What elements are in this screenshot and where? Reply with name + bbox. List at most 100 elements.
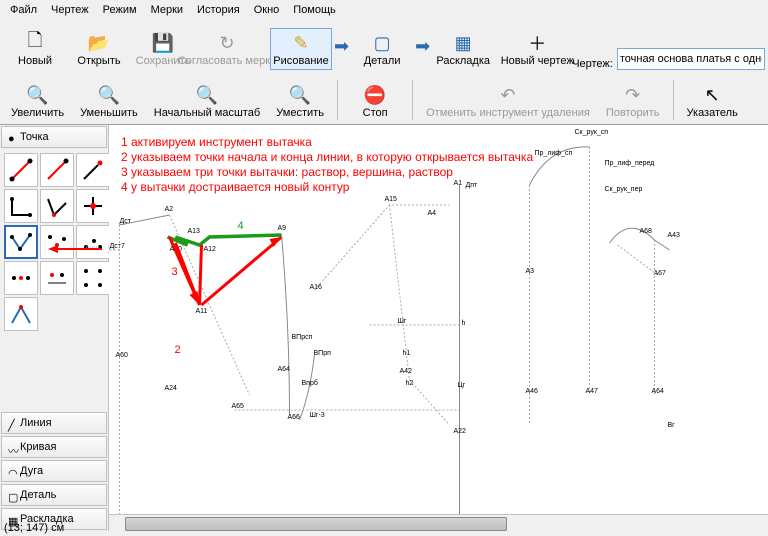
stop-icon: ⛔: [363, 83, 387, 107]
new-drawing-button[interactable]: ＋Новый чертеж: [506, 28, 568, 70]
zoom-in-button[interactable]: 🔍Увеличить: [4, 80, 71, 122]
redo-button[interactable]: ↷Повторить: [599, 80, 667, 122]
svg-text:А24: А24: [165, 385, 178, 392]
pointer-button[interactable]: ↖Указатель: [680, 80, 745, 122]
svg-text:4: 4: [238, 220, 244, 232]
menu-window[interactable]: Окно: [248, 2, 286, 18]
tool-point-8[interactable]: [40, 225, 74, 259]
svg-text:А60: А60: [116, 352, 129, 359]
svg-text:А9: А9: [278, 225, 287, 232]
category-detail[interactable]: ▢Деталь: [1, 484, 107, 506]
svg-text:Шг-3: Шг-3: [310, 412, 325, 419]
zoom-reset-icon: 🔍: [195, 83, 219, 107]
tool-point-10[interactable]: [4, 261, 38, 295]
svg-text:Дст: Дст: [120, 218, 132, 225]
pointer-icon: ↖: [700, 83, 724, 107]
drawing-canvas[interactable]: 1 активируем инструмент вытачка 2 указыв…: [109, 125, 768, 531]
redo-icon: ↷: [621, 83, 645, 107]
layout-icon: ▦: [451, 31, 475, 55]
menu-history[interactable]: История: [191, 2, 246, 18]
svg-text:h: h: [462, 320, 466, 327]
svg-text:А42: А42: [400, 368, 413, 375]
plus-icon: ＋: [525, 31, 549, 55]
line-icon: ╱: [8, 419, 16, 427]
svg-text:Пр_лиф_перед: Пр_лиф_перед: [605, 160, 655, 167]
svg-text:А66: А66: [288, 414, 301, 421]
category-line[interactable]: ╱Линия: [1, 412, 107, 434]
zoom-fit-icon: 🔍: [288, 83, 312, 107]
tool-point-12[interactable]: [76, 261, 110, 295]
tool-point-5[interactable]: [40, 189, 74, 223]
tool-point-9[interactable]: [76, 225, 110, 259]
detail-icon: ▢: [370, 31, 394, 55]
category-curve[interactable]: 〰Кривая: [1, 436, 107, 458]
svg-text:А12: А12: [204, 246, 217, 253]
stop-button[interactable]: ⛔Стоп: [344, 80, 406, 122]
zoom-fit-button[interactable]: 🔍Уместить: [269, 80, 331, 122]
menu-file[interactable]: Файл: [4, 2, 43, 18]
svg-text:А4: А4: [428, 210, 437, 217]
horizontal-scrollbar[interactable]: [109, 514, 768, 531]
tool-point-1[interactable]: [4, 153, 38, 187]
status-bar: (13; 147) см: [0, 520, 68, 536]
detail-mode-button[interactable]: ▢Детали: [351, 28, 413, 70]
pencil-icon: ✎: [289, 31, 313, 55]
zoom-out-button[interactable]: 🔍Уменьшить: [73, 80, 145, 122]
undo-delete-button[interactable]: ↶Отменить инструмент удаления: [419, 80, 597, 122]
svg-text:А13: А13: [188, 228, 201, 235]
menu-help[interactable]: Помощь: [287, 2, 342, 18]
tool-point-11[interactable]: [40, 261, 74, 295]
arc-icon: ◠: [8, 467, 16, 475]
svg-text:ВПрп: ВПрп: [314, 350, 332, 357]
svg-text:Дст7: Дст7: [110, 243, 125, 250]
detail-icon: ▢: [8, 491, 16, 499]
svg-text:ВПрсп: ВПрсп: [292, 334, 313, 341]
svg-text:Вг: Вг: [668, 422, 676, 429]
folder-icon: 📂: [87, 31, 111, 55]
svg-text:А47: А47: [586, 388, 599, 395]
undo-icon: ↶: [496, 83, 520, 107]
tool-point-13[interactable]: [4, 297, 38, 331]
file-icon: 🗋: [23, 31, 47, 55]
drawing-label: Чертеж:: [572, 58, 615, 70]
svg-text:Ск_рук_пер: Ск_рук_пер: [605, 186, 643, 193]
zoom-out-icon: 🔍: [97, 83, 121, 107]
tool-point-6[interactable]: [76, 189, 110, 223]
sync-icon: ↻: [215, 31, 239, 55]
svg-text:Пр_лиф_сп: Пр_лиф_сп: [535, 150, 573, 157]
category-arc[interactable]: ◠Дуга: [1, 460, 107, 482]
arrow-right-icon: ➡: [415, 36, 430, 57]
zoom-in-icon: 🔍: [26, 83, 50, 107]
arrow-right-icon: ➡: [334, 36, 349, 57]
svg-text:А43: А43: [668, 232, 681, 239]
svg-text:Шг: Шг: [398, 318, 407, 325]
svg-text:А22: А22: [454, 428, 467, 435]
disk-icon: 💾: [151, 31, 175, 55]
svg-text:Дпт: Дпт: [466, 182, 479, 189]
svg-text:А2: А2: [165, 206, 174, 213]
svg-text:А46: А46: [526, 388, 539, 395]
menu-drawing[interactable]: Чертеж: [45, 2, 95, 18]
svg-text:А64: А64: [652, 388, 665, 395]
category-point[interactable]: ●Точка: [1, 126, 107, 148]
menu-mode[interactable]: Режим: [97, 2, 143, 18]
drawing-mode-button[interactable]: ✎Рисование: [270, 28, 332, 70]
menu-measurements[interactable]: Мерки: [145, 2, 189, 18]
svg-text:А65: А65: [232, 403, 245, 410]
layout-mode-button[interactable]: ▦Раскладка: [432, 28, 494, 70]
tool-point-4[interactable]: [4, 189, 38, 223]
svg-text:А1: А1: [454, 180, 463, 187]
agree-button[interactable]: ↻Согласовать мерки: [196, 28, 258, 70]
svg-text:h1: h1: [403, 350, 411, 357]
drawing-name-input[interactable]: [617, 48, 765, 70]
tool-point-3[interactable]: [76, 153, 110, 187]
svg-text:А67: А67: [654, 270, 667, 277]
tool-dart[interactable]: [4, 225, 38, 259]
svg-text:3: 3: [172, 266, 178, 278]
new-button[interactable]: 🗋Новый: [4, 28, 66, 70]
svg-text:А16: А16: [310, 284, 323, 291]
open-button[interactable]: 📂Открыть: [68, 28, 130, 70]
tool-point-2[interactable]: [40, 153, 74, 187]
svg-text:2: 2: [175, 344, 181, 356]
zoom-original-button[interactable]: 🔍Начальный масштаб: [147, 80, 267, 122]
